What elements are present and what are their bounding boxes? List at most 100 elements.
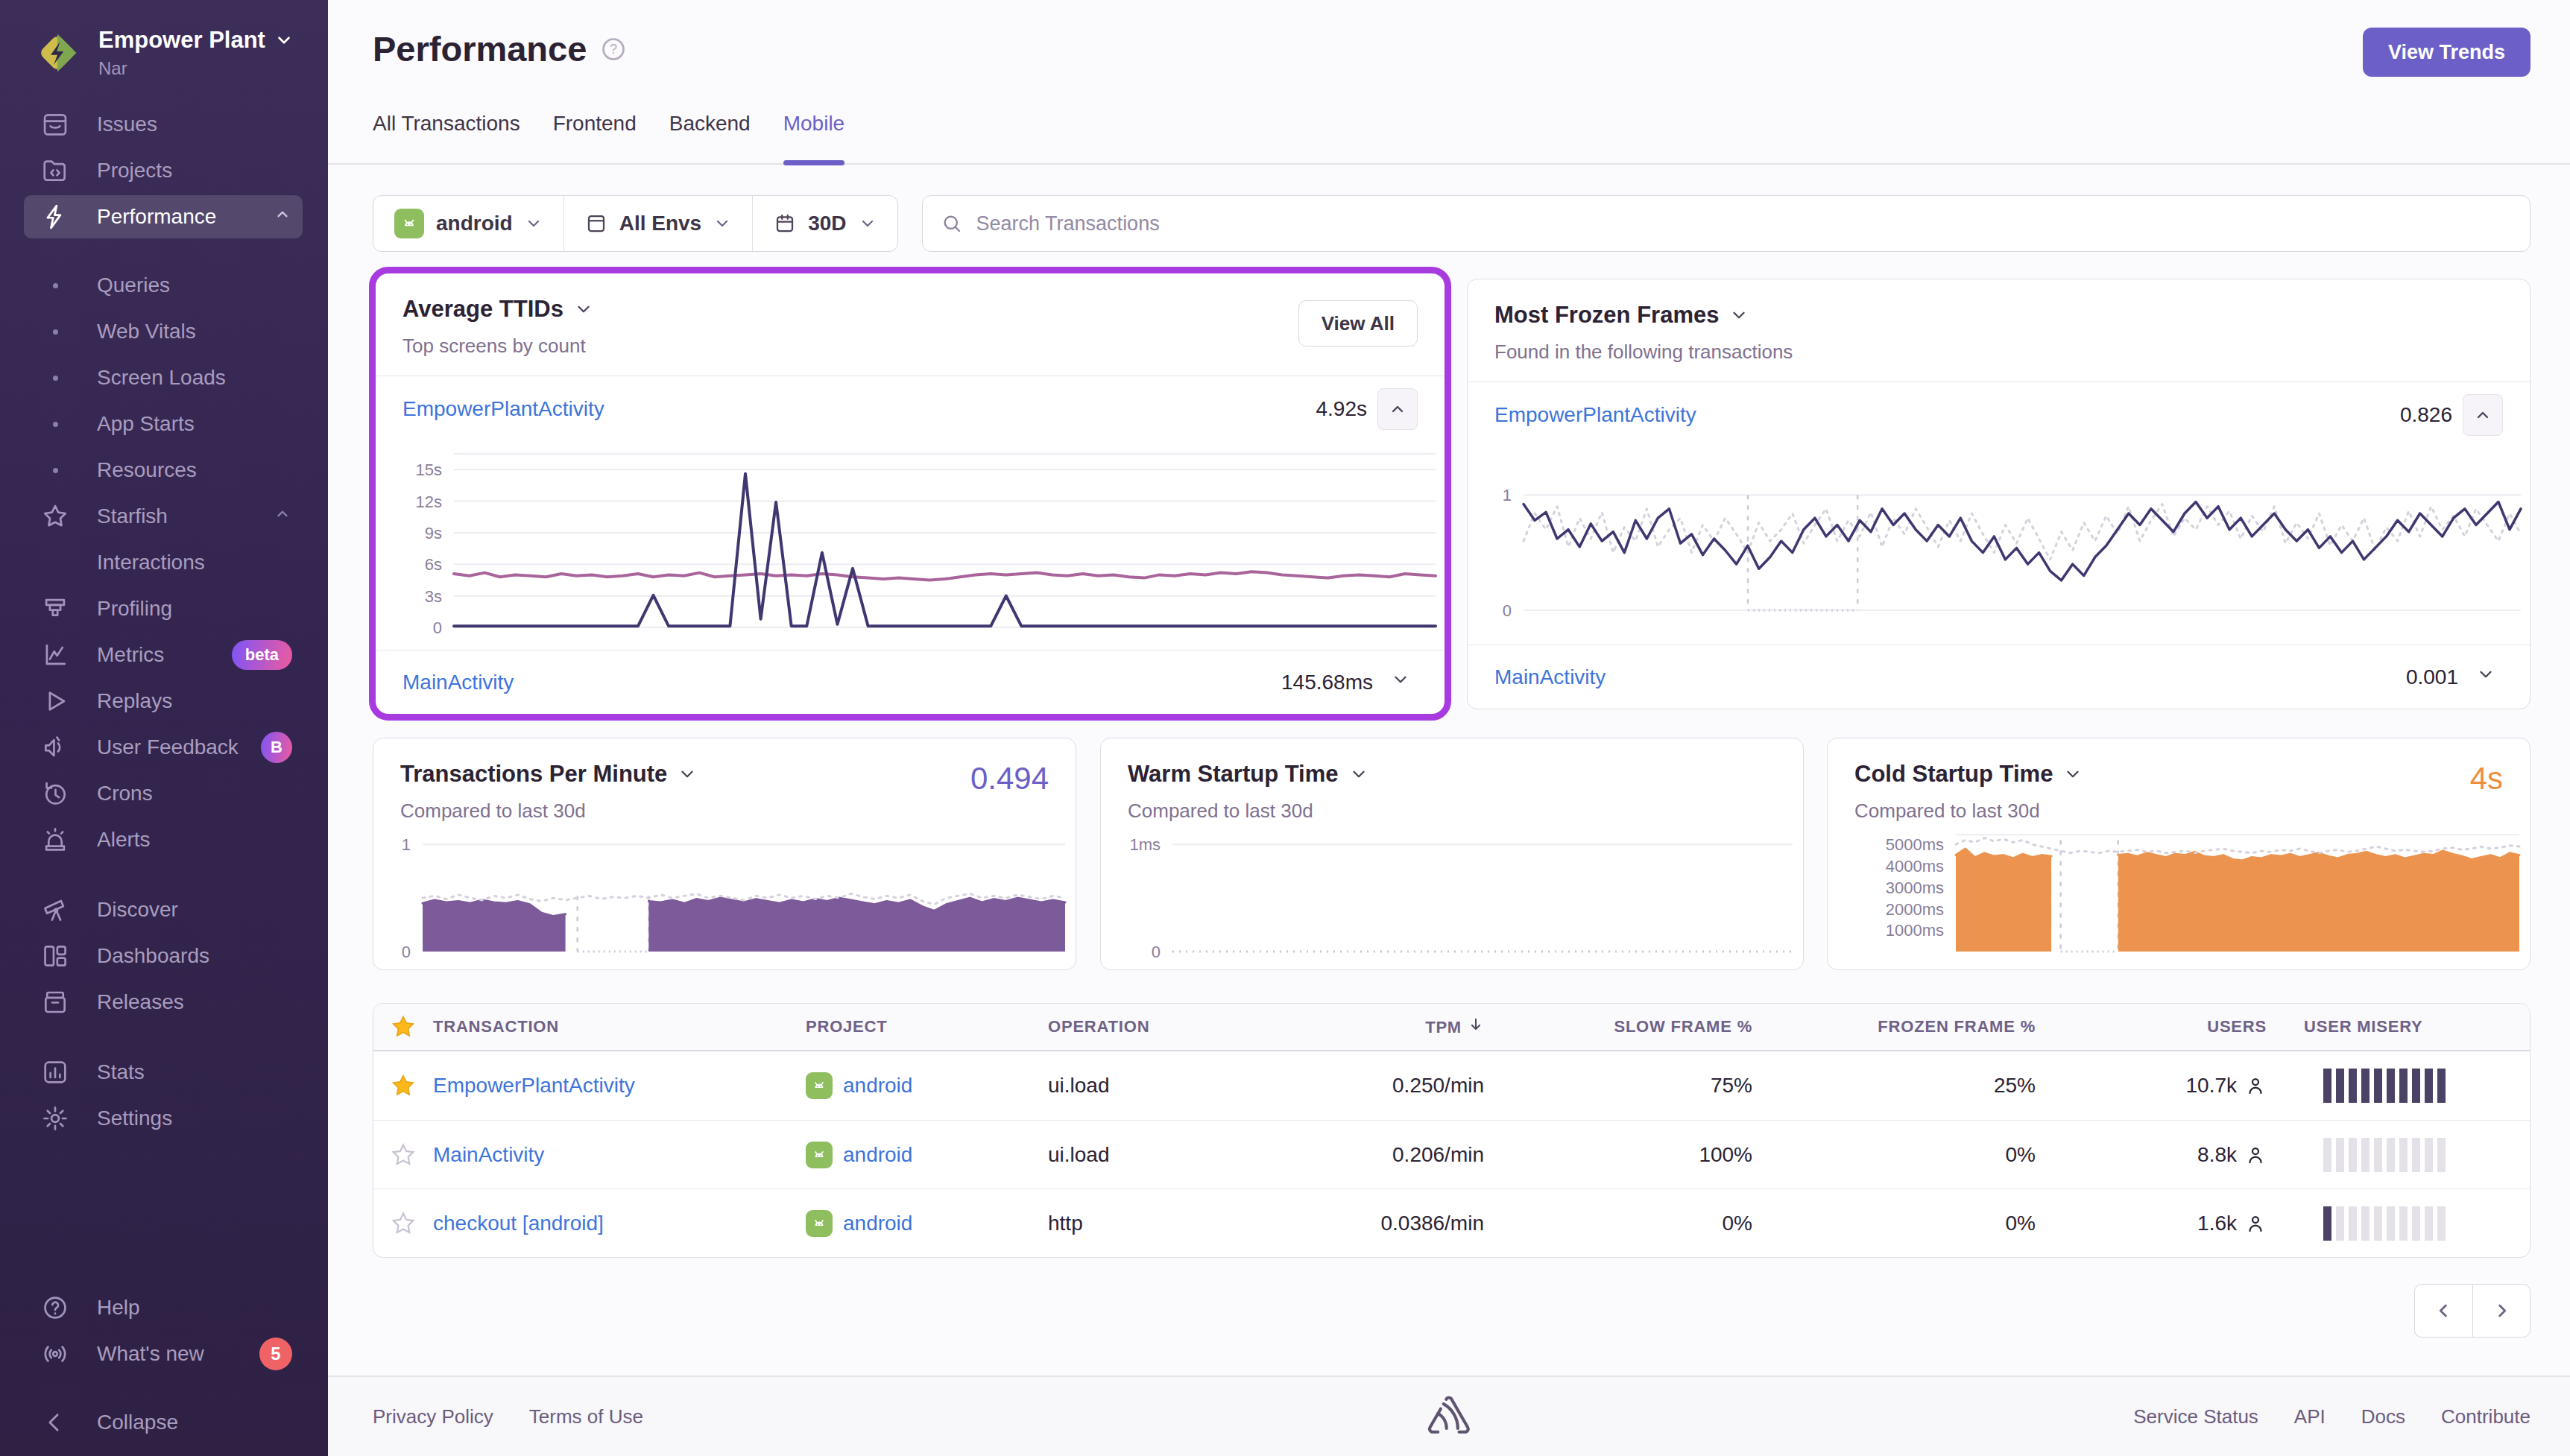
contribute-link[interactable]: Contribute: [2441, 1405, 2530, 1428]
sidebar-item-performance[interactable]: Performance: [0, 194, 328, 240]
transaction-link[interactable]: EmpowerPlantActivity: [402, 397, 604, 421]
sidebar-item-collapse[interactable]: Collapse: [0, 1399, 328, 1446]
project-link[interactable]: android: [806, 1210, 1048, 1237]
sidebar-item-profiling[interactable]: Profiling: [0, 586, 328, 632]
sidebar-nav: Issues Projects Performance Queries Web Vita…: [0, 101, 328, 1142]
cold-startup-value: 4s: [2470, 761, 2503, 797]
slow-frame-cell: 0%: [1723, 1212, 1752, 1235]
sidebar-item-releases[interactable]: Releases: [0, 979, 328, 1025]
average-ttids-subtitle: Top screens by count: [402, 335, 593, 358]
transaction-link[interactable]: MainActivity: [402, 671, 514, 694]
user-misery-bars: [2323, 1206, 2475, 1241]
tab-mobile[interactable]: Mobile: [783, 112, 844, 165]
transaction-link[interactable]: EmpowerPlantActivity: [1494, 403, 1696, 427]
collapse-row-button[interactable]: [1377, 388, 1418, 430]
sidebar-item-label: Crons: [97, 782, 153, 805]
sidebar-item-web-vitals[interactable]: Web Vitals: [0, 308, 328, 355]
previous-page-button[interactable]: [2414, 1284, 2472, 1338]
chevron-up-icon: [273, 205, 292, 230]
expand-row-button[interactable]: [2469, 665, 2503, 689]
expand-row-button[interactable]: [1383, 670, 1418, 694]
sidebar-item-settings[interactable]: Settings: [0, 1095, 328, 1142]
col-project[interactable]: PROJECT: [806, 1017, 1048, 1036]
tab-frontend[interactable]: Frontend: [553, 112, 637, 165]
col-frozen-frame[interactable]: FROZEN FRAME %: [1878, 1017, 2036, 1036]
org-switcher[interactable]: Empower Plant Nar: [0, 0, 328, 101]
sidebar-item-label: Projects: [97, 159, 172, 183]
cold-startup-title[interactable]: Cold Startup Time: [1854, 761, 2503, 788]
search-input[interactable]: [976, 212, 2512, 235]
date-filter[interactable]: 30D: [752, 196, 897, 251]
view-all-button[interactable]: View All: [1298, 300, 1418, 346]
svg-text:12s: 12s: [416, 493, 442, 511]
sentry-logo: [1426, 1394, 1472, 1439]
sidebar-item-crons[interactable]: Crons: [0, 770, 328, 817]
transaction-link[interactable]: MainActivity: [433, 1143, 806, 1167]
sidebar-item-help[interactable]: Help: [0, 1285, 328, 1331]
sidebar-item-app-starts[interactable]: App Starts: [0, 401, 328, 447]
sidebar-item-replays[interactable]: Replays: [0, 678, 328, 724]
sidebar-item-metrics[interactable]: Metricsbeta: [0, 632, 328, 678]
user-icon: [2244, 1212, 2267, 1235]
privacy-policy-link[interactable]: Privacy Policy: [373, 1405, 493, 1428]
collapse-row-button[interactable]: [2463, 394, 2503, 436]
star-column-header[interactable]: [391, 1014, 416, 1039]
svg-text:1ms: 1ms: [1129, 835, 1161, 854]
sidebar-item-label: Releases: [97, 990, 184, 1014]
col-tpm[interactable]: TPM: [1425, 1016, 1484, 1037]
sidebar-item-projects[interactable]: Projects: [0, 148, 328, 194]
user-icon: [2244, 1144, 2267, 1166]
tpm-cell: 0.250/min: [1392, 1074, 1484, 1098]
svg-text:3s: 3s: [425, 587, 442, 606]
help-question-icon[interactable]: ?: [600, 36, 627, 63]
sidebar-item-label: Stats: [97, 1060, 145, 1084]
star-toggle[interactable]: [391, 1142, 416, 1168]
sidebar-item-resources[interactable]: Resources: [0, 447, 328, 493]
sidebar-item-screen-loads[interactable]: Screen Loads: [0, 355, 328, 401]
api-link[interactable]: API: [2294, 1405, 2326, 1428]
terms-of-use-link[interactable]: Terms of Use: [529, 1405, 643, 1428]
most-frozen-frames-title[interactable]: Most Frozen Frames: [1494, 302, 1793, 329]
star-toggle[interactable]: [391, 1073, 416, 1098]
tpm-title[interactable]: Transactions Per Minute: [400, 761, 1049, 788]
project-link[interactable]: android: [806, 1142, 1048, 1168]
view-trends-button[interactable]: View Trends: [2363, 28, 2530, 77]
sidebar-item-label: Web Vitals: [97, 320, 196, 344]
sidebar-item-interactions[interactable]: Interactions: [0, 539, 328, 586]
sidebar-item-stats[interactable]: Stats: [0, 1049, 328, 1095]
next-page-button[interactable]: [2472, 1284, 2530, 1338]
transaction-link[interactable]: EmpowerPlantActivity: [433, 1074, 806, 1098]
operation-cell: ui.load: [1048, 1143, 1294, 1167]
tab-all-transactions[interactable]: All Transactions: [373, 112, 520, 165]
service-status-link[interactable]: Service Status: [2133, 1405, 2258, 1428]
project-link[interactable]: android: [806, 1072, 1048, 1099]
dashboards-icon: [40, 941, 70, 971]
tab-backend[interactable]: Backend: [669, 112, 751, 165]
sidebar-item-issues[interactable]: Issues: [0, 101, 328, 148]
transaction-link[interactable]: checkout [android]: [433, 1212, 806, 1235]
transaction-link[interactable]: MainActivity: [1494, 665, 1606, 689]
sidebar-item-label: Starfish: [97, 504, 168, 528]
profiling-icon: [40, 594, 70, 624]
sidebar-item-dashboards[interactable]: Dashboards: [0, 933, 328, 979]
col-operation[interactable]: OPERATION: [1048, 1017, 1294, 1036]
sidebar-item-queries[interactable]: Queries: [0, 262, 328, 308]
android-project-icon: [806, 1210, 833, 1237]
sidebar-item-whats-new[interactable]: What's new5: [0, 1331, 328, 1377]
users-cell: 1.6k: [2197, 1212, 2267, 1235]
col-slow-frame[interactable]: SLOW FRAME %: [1614, 1017, 1752, 1036]
sidebar-item-alerts[interactable]: Alerts: [0, 817, 328, 863]
col-users[interactable]: USERS: [2207, 1017, 2267, 1036]
docs-link[interactable]: Docs: [2361, 1405, 2405, 1428]
sidebar-item-starfish[interactable]: Starfish: [0, 493, 328, 539]
col-user-misery[interactable]: USER MISERY: [2267, 1017, 2475, 1036]
project-filter[interactable]: android: [373, 196, 563, 251]
col-transaction[interactable]: TRANSACTION: [433, 1017, 806, 1036]
average-ttids-title[interactable]: Average TTIDs: [402, 296, 593, 323]
warm-startup-title[interactable]: Warm Startup Time: [1128, 761, 1776, 788]
star-toggle[interactable]: [391, 1211, 416, 1236]
sidebar-item-discover[interactable]: Discover: [0, 887, 328, 933]
table-row: checkout [android]androidhttp0.0386/min0…: [373, 1188, 2530, 1257]
sidebar-item-user-feedback[interactable]: User FeedbackB: [0, 724, 328, 770]
env-filter[interactable]: All Envs: [563, 196, 752, 251]
